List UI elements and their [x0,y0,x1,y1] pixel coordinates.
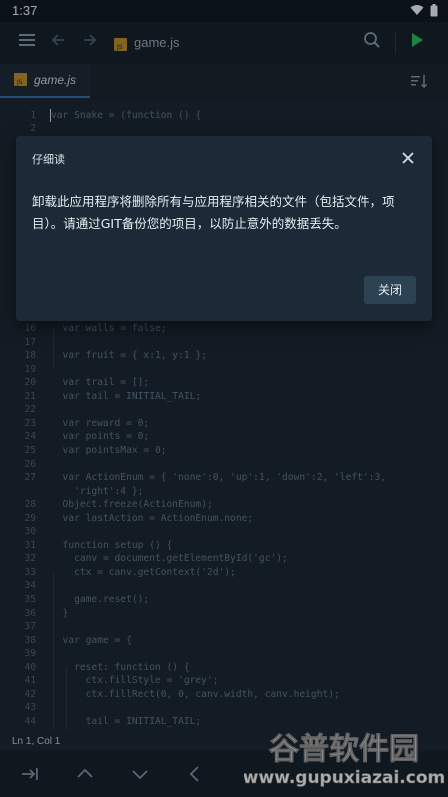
dialog-title: 仔细读 [32,153,65,166]
modal-backdrop[interactable] [0,0,448,797]
close-icon[interactable] [400,150,416,166]
close-button[interactable]: 关闭 [364,276,416,304]
warning-dialog: 仔细读 卸载此应用程序将删除所有与应用程序相关的文件（包括文件，项目）。请通过G… [16,136,432,321]
dialog-message: 卸载此应用程序将删除所有与应用程序相关的文件（包括文件，项目）。请通过GIT备份… [32,194,395,231]
